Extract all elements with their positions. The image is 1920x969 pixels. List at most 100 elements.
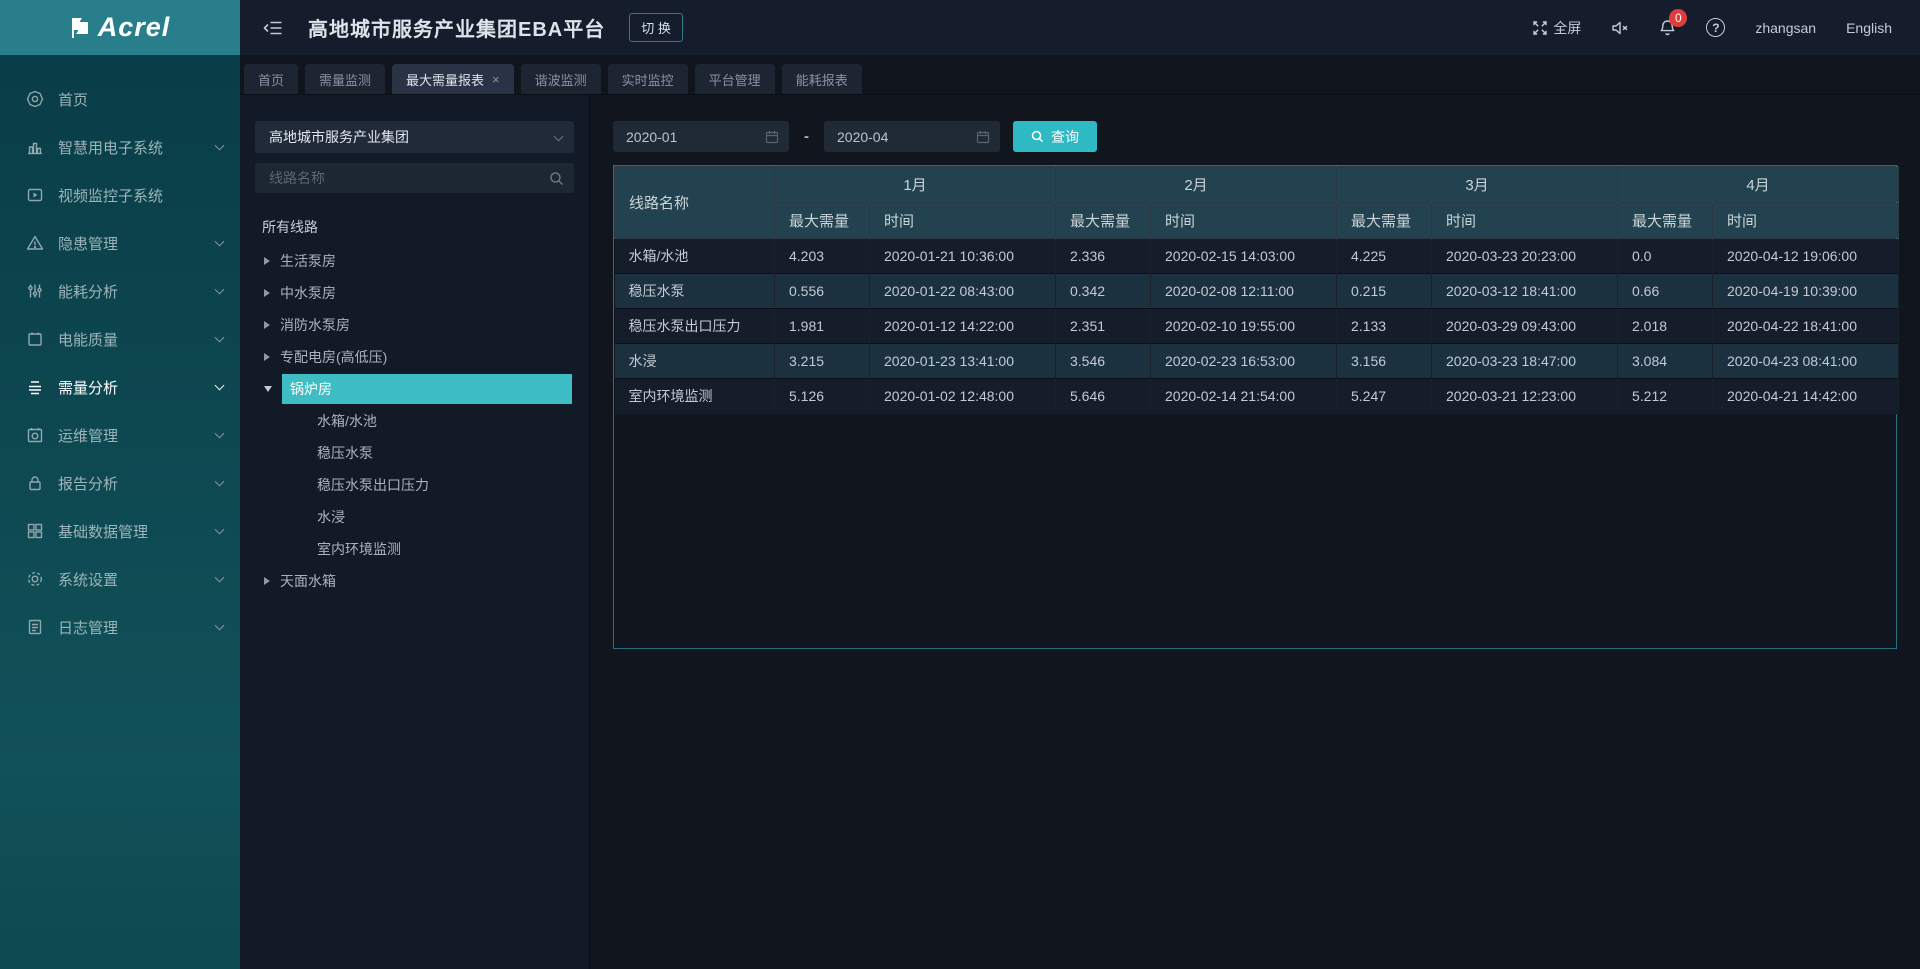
sidebar-item-video-monitor[interactable]: 视频监控子系统 bbox=[0, 171, 240, 219]
power-quality-icon bbox=[26, 330, 44, 348]
cell-demand: 3.084 bbox=[1618, 344, 1713, 379]
tab-demand-monitor[interactable]: 需量监测 bbox=[305, 64, 385, 94]
tree-root-all-lines[interactable]: 所有线路 bbox=[255, 209, 574, 245]
tree-node-indoor-env[interactable]: 室内环境监测 bbox=[255, 533, 574, 565]
menu-collapse-icon[interactable] bbox=[260, 15, 286, 41]
fullscreen-button[interactable]: 全屏 bbox=[1532, 18, 1581, 38]
chevron-down-icon bbox=[215, 332, 225, 342]
chevron-down-icon bbox=[215, 140, 225, 150]
chevron-down-icon bbox=[215, 284, 225, 294]
tab-max-demand-report[interactable]: 最大需量报表 × bbox=[392, 64, 514, 94]
tab-home[interactable]: 首页 bbox=[244, 64, 298, 94]
sidebar-item-energy-analysis[interactable]: 能耗分析 bbox=[0, 267, 240, 315]
sidebar-item-demand-analysis[interactable]: 需量分析 bbox=[0, 363, 240, 411]
close-icon[interactable]: × bbox=[492, 73, 500, 86]
tree-node-living-pump[interactable]: 生活泵房 bbox=[255, 245, 574, 277]
sidebar-item-power-quality[interactable]: 电能质量 bbox=[0, 315, 240, 363]
username[interactable]: zhangsan bbox=[1755, 20, 1816, 36]
start-date-picker[interactable]: 2020-01 bbox=[613, 121, 789, 152]
sidebar-label: 智慧用电子系统 bbox=[58, 137, 216, 158]
tab-platform-manage[interactable]: 平台管理 bbox=[695, 64, 775, 94]
query-button[interactable]: 查询 bbox=[1013, 121, 1097, 152]
sidebar-item-home[interactable]: 首页 bbox=[0, 75, 240, 123]
tree-node-label: 水浸 bbox=[317, 507, 345, 527]
search-icon bbox=[1031, 130, 1044, 143]
tree-node-stabilized-pump[interactable]: 稳压水泵 bbox=[255, 437, 574, 469]
caret-down-icon[interactable] bbox=[264, 386, 272, 392]
sidebar-label: 电能质量 bbox=[58, 329, 216, 350]
tree-node-boiler-room[interactable]: 锅炉房 bbox=[255, 373, 574, 405]
sidebar-item-log[interactable]: 日志管理 bbox=[0, 603, 240, 651]
cell-time: 2020-04-22 18:41:00 bbox=[1713, 309, 1899, 344]
tree-node-water-tank[interactable]: 水箱/水池 bbox=[255, 405, 574, 437]
cell-demand: 5.646 bbox=[1056, 379, 1151, 414]
cell-time: 2020-02-23 16:53:00 bbox=[1151, 344, 1337, 379]
brand-name: Acrel bbox=[98, 12, 171, 43]
calendar-icon bbox=[976, 130, 990, 144]
cell-time: 2020-03-12 18:41:00 bbox=[1432, 274, 1618, 309]
end-date-picker[interactable]: 2020-04 bbox=[824, 121, 1000, 152]
caret-right-icon[interactable] bbox=[264, 577, 270, 585]
switch-button[interactable]: 切 换 bbox=[629, 13, 683, 42]
chevron-down-icon bbox=[554, 131, 564, 141]
sidebar-item-hazard[interactable]: 隐患管理 bbox=[0, 219, 240, 267]
cell-line-name: 水浸 bbox=[615, 344, 775, 379]
start-date-value: 2020-01 bbox=[626, 129, 677, 145]
sidebar-item-report-analysis[interactable]: 报告分析 bbox=[0, 459, 240, 507]
line-search-input[interactable] bbox=[269, 170, 549, 186]
cell-demand: 5.212 bbox=[1618, 379, 1713, 414]
cell-time: 2020-03-23 20:23:00 bbox=[1432, 239, 1618, 274]
sidebar-label: 视频监控子系统 bbox=[58, 185, 223, 206]
cell-time: 2020-02-08 12:11:00 bbox=[1151, 274, 1337, 309]
tree-node-label: 专配电房(高低压) bbox=[280, 347, 387, 367]
notifications-button[interactable]: 0 bbox=[1659, 19, 1676, 37]
tab-realtime-monitor[interactable]: 实时监控 bbox=[608, 64, 688, 94]
header-actions: 全屏 0 ? zhangs bbox=[1532, 18, 1892, 38]
mute-button[interactable] bbox=[1611, 20, 1629, 36]
cell-time: 2020-01-22 08:43:00 bbox=[870, 274, 1056, 309]
help-button[interactable]: ? bbox=[1706, 18, 1725, 37]
cell-line-name: 稳压水泵出口压力 bbox=[615, 309, 775, 344]
sidebar-item-smart-power[interactable]: 智慧用电子系统 bbox=[0, 123, 240, 171]
caret-right-icon[interactable] bbox=[264, 353, 270, 361]
cell-demand: 3.215 bbox=[775, 344, 870, 379]
cell-time: 2020-03-21 12:23:00 bbox=[1432, 379, 1618, 414]
tab-harmonic-monitor[interactable]: 谐波监测 bbox=[521, 64, 601, 94]
tree-node-reclaimed-water-pump[interactable]: 中水泵房 bbox=[255, 277, 574, 309]
table-row: 室内环境监测 5.126 2020-01-02 12:48:00 5.646 2… bbox=[615, 379, 1899, 414]
cell-demand: 0.556 bbox=[775, 274, 870, 309]
tree-node-roof-tank[interactable]: 天面水箱 bbox=[255, 565, 574, 597]
caret-right-icon[interactable] bbox=[264, 257, 270, 265]
report-main: 2020-01 - 2020-04 bbox=[590, 95, 1920, 969]
cell-time: 2020-04-21 14:42:00 bbox=[1713, 379, 1899, 414]
tree-node-power-room[interactable]: 专配电房(高低压) bbox=[255, 341, 574, 373]
cell-time: 2020-01-12 14:22:00 bbox=[870, 309, 1056, 344]
tree-node-label: 水箱/水池 bbox=[317, 411, 377, 431]
tree-node-pump-outlet-pressure[interactable]: 稳压水泵出口压力 bbox=[255, 469, 574, 501]
caret-right-icon[interactable] bbox=[264, 289, 270, 297]
tab-energy-report[interactable]: 能耗报表 bbox=[782, 64, 862, 94]
cell-demand: 4.203 bbox=[775, 239, 870, 274]
cell-line-name: 稳压水泵 bbox=[615, 274, 775, 309]
search-icon[interactable] bbox=[549, 171, 564, 186]
sidebar-item-base-data[interactable]: 基础数据管理 bbox=[0, 507, 240, 555]
language-switch[interactable]: English bbox=[1846, 20, 1892, 36]
company-select[interactable]: 高地城市服务产业集团 bbox=[255, 121, 574, 153]
tree-node-water-immersion[interactable]: 水浸 bbox=[255, 501, 574, 533]
col-header-month-2: 2月 bbox=[1056, 167, 1337, 203]
main-sidebar: 首页 智慧用电子系统 视频 bbox=[0, 55, 240, 969]
chevron-down-icon bbox=[215, 380, 225, 390]
sidebar-label: 能耗分析 bbox=[58, 281, 216, 302]
tree-node-fire-pump[interactable]: 消防水泵房 bbox=[255, 309, 574, 341]
col-header-time: 时间 bbox=[1432, 203, 1618, 239]
sidebar-item-settings[interactable]: 系统设置 bbox=[0, 555, 240, 603]
cell-demand: 2.133 bbox=[1337, 309, 1432, 344]
cell-line-name: 水箱/水池 bbox=[615, 239, 775, 274]
cell-time: 2020-04-19 10:39:00 bbox=[1713, 274, 1899, 309]
operations-icon bbox=[26, 426, 44, 444]
tab-label: 最大需量报表 bbox=[406, 70, 484, 89]
sidebar-item-operations[interactable]: 运维管理 bbox=[0, 411, 240, 459]
line-search bbox=[255, 163, 574, 193]
caret-right-icon[interactable] bbox=[264, 321, 270, 329]
cell-time: 2020-02-15 14:03:00 bbox=[1151, 239, 1337, 274]
